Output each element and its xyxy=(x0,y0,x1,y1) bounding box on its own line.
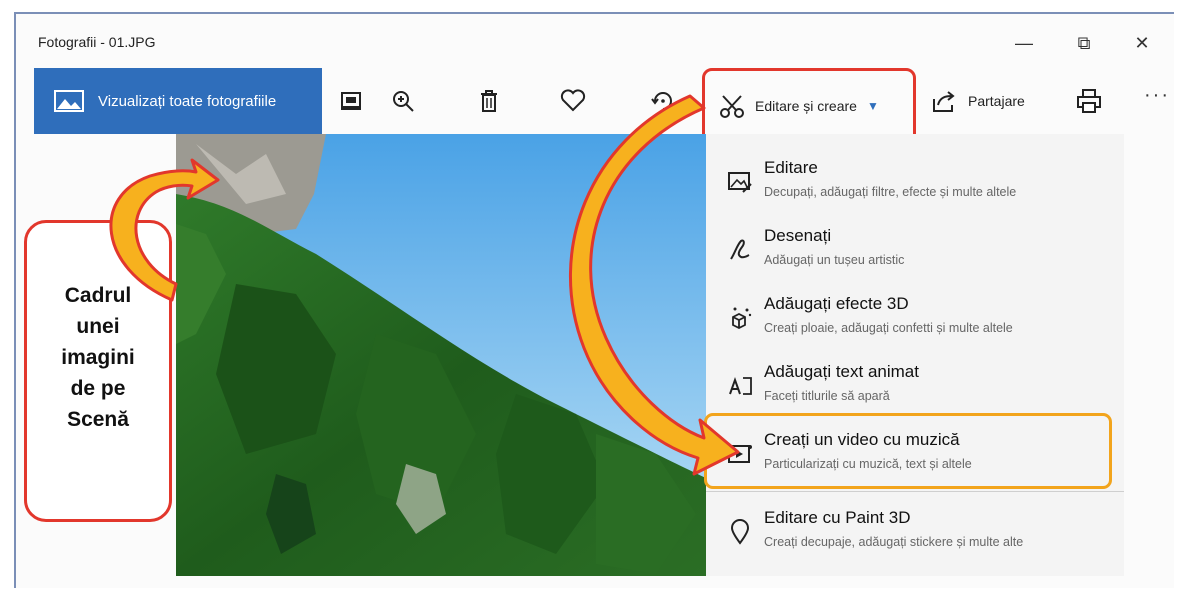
edit-create-menu: Editare Decupați, adăugați filtre, efect… xyxy=(706,134,1124,576)
zoom-in-icon[interactable] xyxy=(386,84,420,118)
paint3d-icon xyxy=(724,516,756,548)
print-icon[interactable] xyxy=(1072,84,1106,118)
menu-item-subtitle: Faceți titlurile să apară xyxy=(764,389,890,403)
menu-item-3d-effects[interactable]: Adăugați efecte 3D Creați ploaie, adăuga… xyxy=(706,288,1124,354)
view-all-label: Vizualizați toate fotografiile xyxy=(98,92,277,110)
edit-create-label: Editare și creare xyxy=(755,98,857,114)
menu-item-title: Editare cu Paint 3D xyxy=(764,508,911,527)
menu-item-subtitle: Decupați, adăugați filtre, efecte și mul… xyxy=(764,185,1017,199)
draw-icon xyxy=(724,234,756,266)
edit-photo-icon xyxy=(724,166,756,198)
view-all-photos-button[interactable]: Vizualizați toate fotografiile xyxy=(34,68,322,134)
effects-3d-icon xyxy=(724,302,756,334)
menu-item-edit[interactable]: Editare Decupați, adăugați filtre, efect… xyxy=(706,152,1124,218)
edit-create-button[interactable]: Editare și creare ▼ xyxy=(702,68,916,144)
chevron-down-icon: ▼ xyxy=(866,99,879,113)
share-label: Partajare xyxy=(968,93,1025,109)
annotation-callout-text: Cadrul unei imagini de pe Scenă xyxy=(24,280,172,435)
more-options-button[interactable]: ··· xyxy=(1144,84,1170,107)
menu-item-paint3d[interactable]: Editare cu Paint 3D Creați decupaje, adă… xyxy=(706,502,1124,568)
animated-text-icon xyxy=(724,370,756,402)
share-button[interactable]: Partajare xyxy=(932,84,1025,118)
share-icon xyxy=(933,91,955,112)
callout-line: imagini xyxy=(61,346,135,369)
menu-item-subtitle: Creați ploaie, adăugați confetti și mult… xyxy=(764,321,1013,335)
close-button[interactable]: ✕ xyxy=(1122,28,1162,58)
stage-photo xyxy=(176,134,708,576)
menu-item-title: Adăugați text animat xyxy=(764,362,919,381)
video-music-highlight xyxy=(704,413,1112,489)
menu-item-subtitle: Adăugați un tușeu artistic xyxy=(764,253,905,267)
slideshow-icon[interactable] xyxy=(334,84,368,118)
callout-line: Scenă xyxy=(67,408,129,431)
minimize-button[interactable]: — xyxy=(1004,28,1044,58)
menu-item-title: Adăugați efecte 3D xyxy=(764,294,909,313)
callout-line: unei xyxy=(76,315,120,338)
menu-divider xyxy=(706,491,1124,492)
delete-icon[interactable] xyxy=(472,84,506,118)
photos-icon xyxy=(54,90,84,112)
menu-item-subtitle: Creați decupaje, adăugați stickere și mu… xyxy=(764,535,1024,549)
maximize-button[interactable]: ⧉ xyxy=(1064,28,1104,58)
heart-icon[interactable] xyxy=(556,84,590,118)
menu-item-title: Editare xyxy=(764,158,818,177)
menu-item-draw[interactable]: Desenați Adăugați un tușeu artistic xyxy=(706,220,1124,286)
callout-line: de pe xyxy=(70,377,126,400)
scissors-icon xyxy=(720,95,744,118)
callout-line: Cadrul xyxy=(64,284,132,307)
window-title: Fotografii - 01.JPG xyxy=(38,34,156,50)
menu-item-title: Desenați xyxy=(764,226,832,245)
title-bar: Fotografii - 01.JPG — ⧉ ✕ xyxy=(16,14,1174,68)
rotate-icon[interactable] xyxy=(646,84,680,118)
